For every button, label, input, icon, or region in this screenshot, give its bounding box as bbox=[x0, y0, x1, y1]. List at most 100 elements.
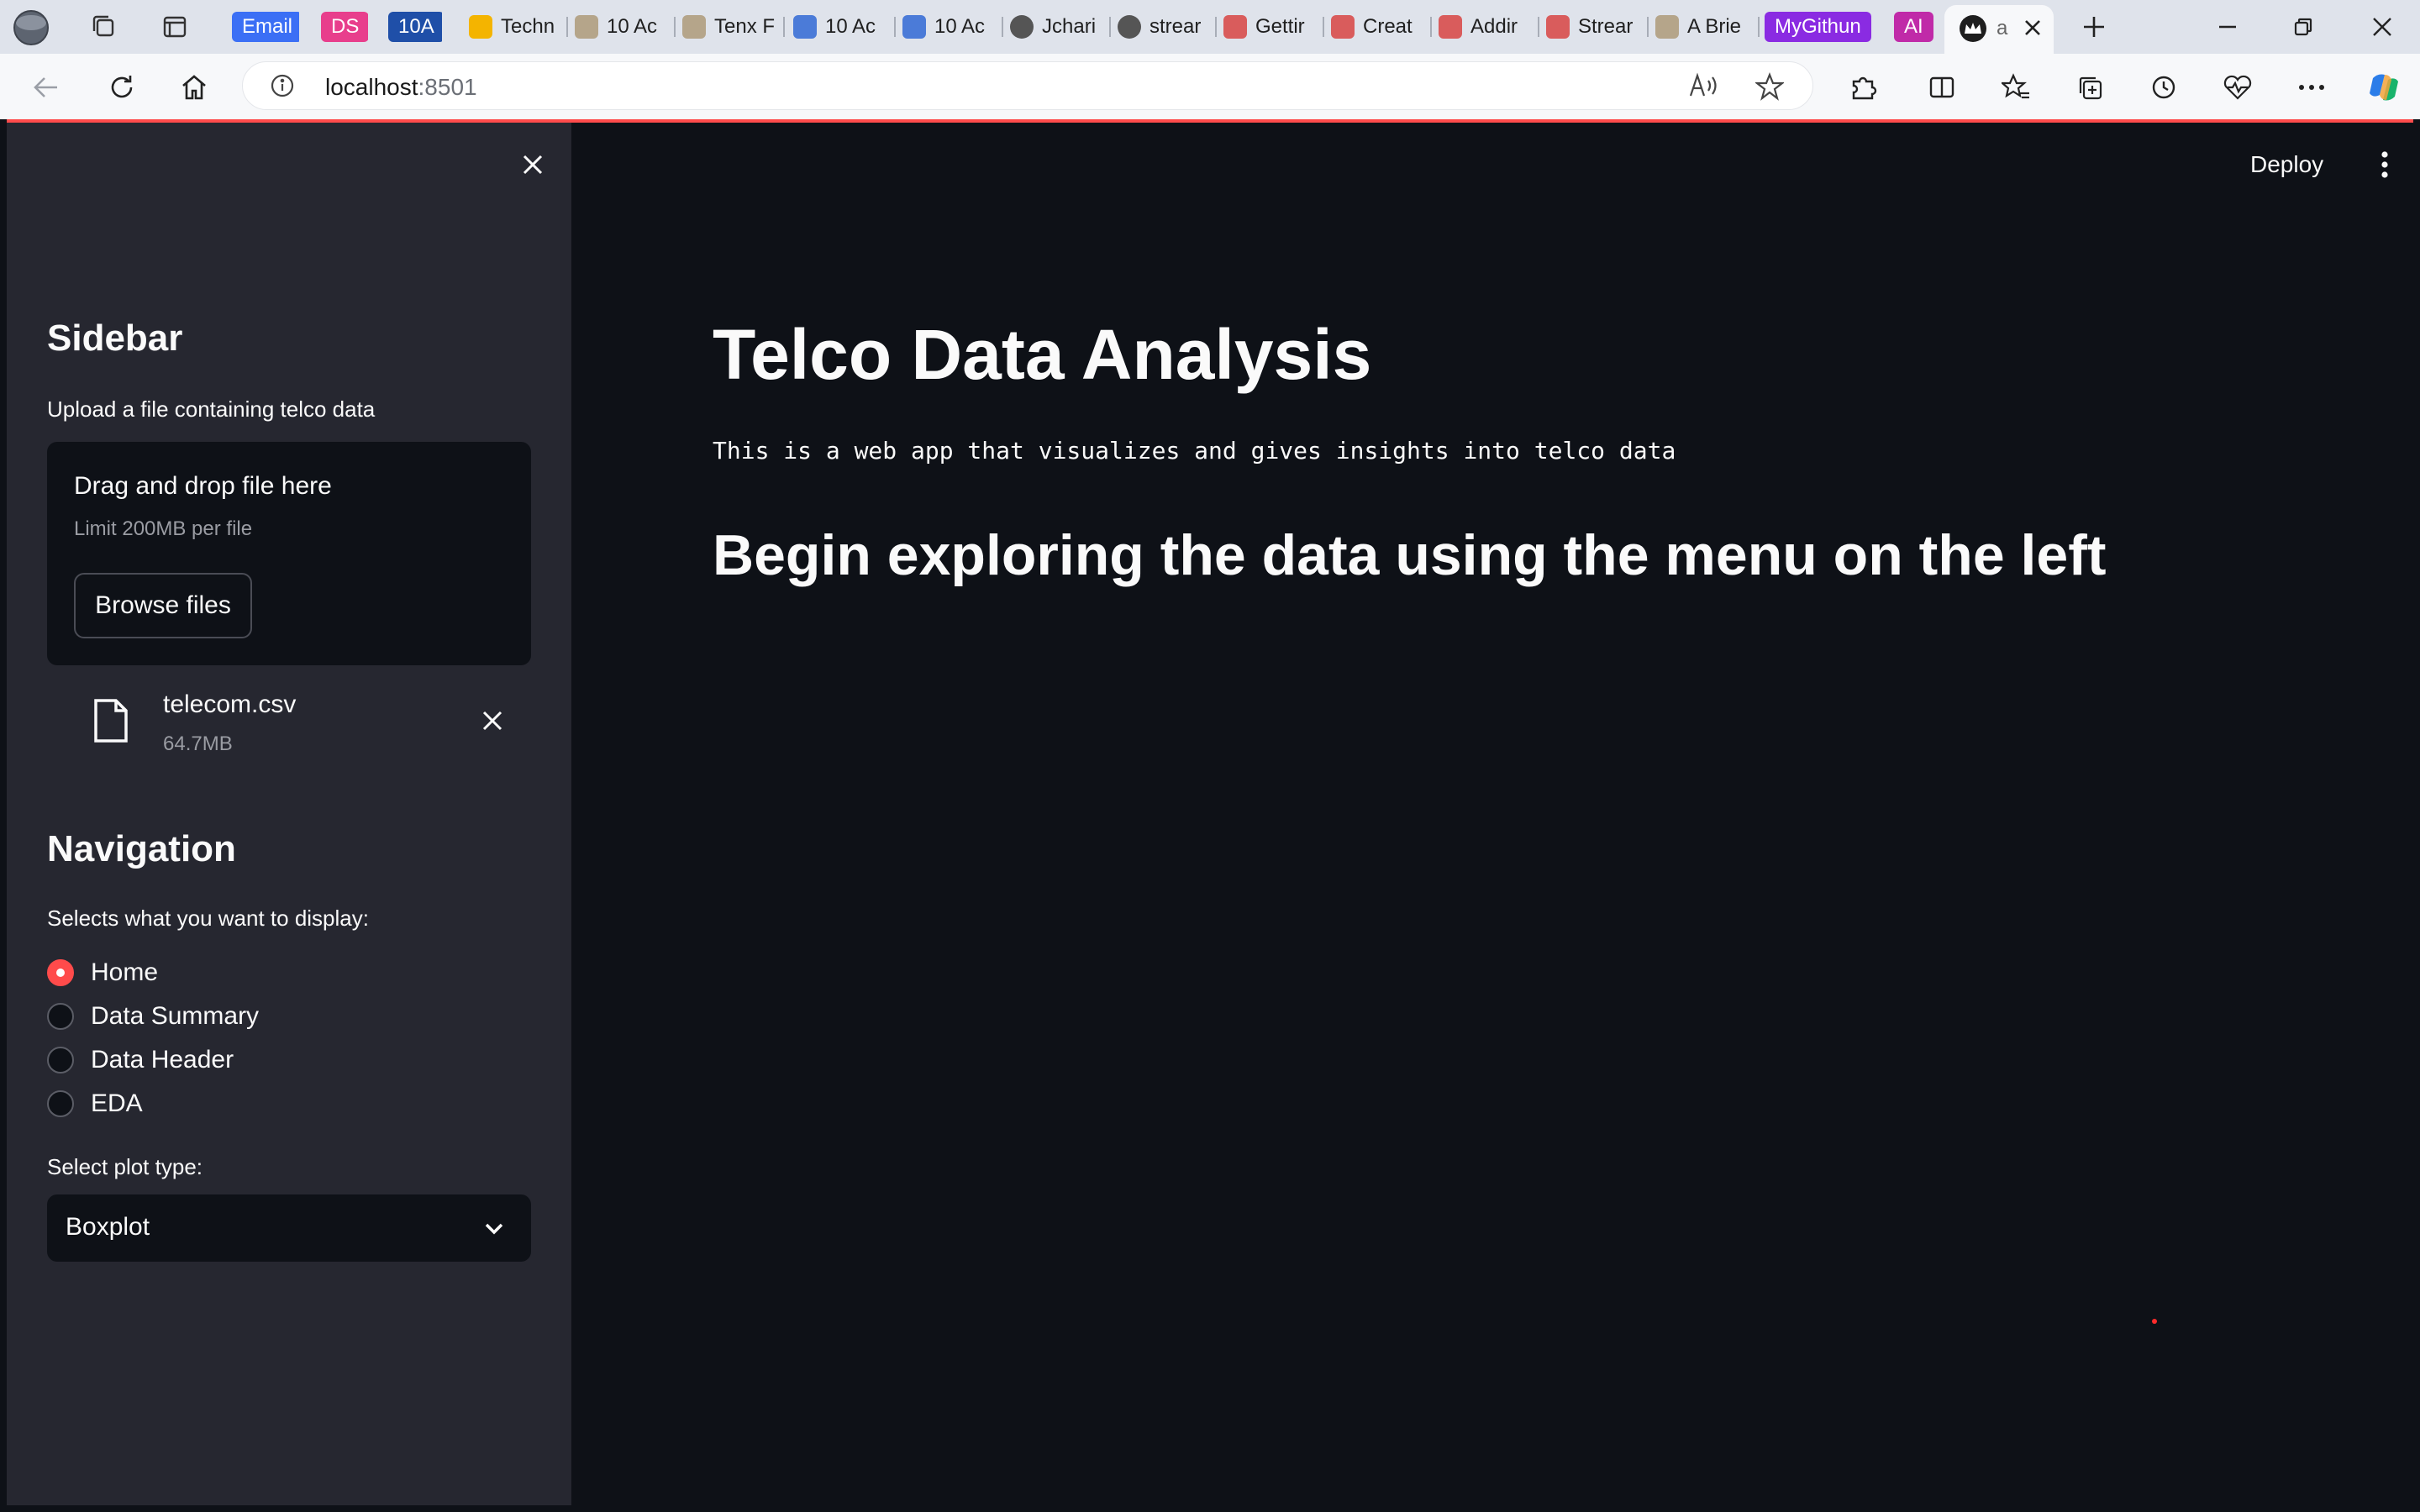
tab-active[interactable]: a bbox=[1944, 5, 2054, 54]
radio-home[interactable]: Home bbox=[47, 954, 158, 991]
radio-label: Data Summary bbox=[91, 1002, 260, 1030]
split-screen-icon[interactable] bbox=[1923, 69, 1961, 106]
browser-tab-label: strear bbox=[1150, 15, 1202, 38]
favorites-icon[interactable] bbox=[1996, 69, 2035, 106]
browser-tab[interactable]: DS bbox=[321, 7, 368, 47]
browser-essentials-icon[interactable] bbox=[2218, 69, 2257, 106]
browser-tab[interactable]: Creat bbox=[1331, 7, 1432, 47]
browser-tab-label: Creat bbox=[1363, 15, 1413, 38]
drive-icon bbox=[469, 15, 492, 39]
streamlit-app: Sidebar Upload a file containing telco d… bbox=[7, 119, 2413, 1505]
docs-icon bbox=[793, 15, 817, 39]
address-bar[interactable]: localhost:8501 bbox=[242, 61, 1813, 110]
read-aloud-icon[interactable] bbox=[1688, 72, 1718, 105]
uploaded-file: telecom.csv 64.7MB bbox=[47, 677, 531, 769]
youtube-icon bbox=[1546, 15, 1570, 39]
file-size: 64.7MB bbox=[163, 732, 233, 755]
browser-tab[interactable]: Email bbox=[232, 7, 299, 47]
more-options-icon[interactable] bbox=[2292, 69, 2331, 106]
browser-tab-label: AI bbox=[1894, 12, 1933, 42]
radio-button-selected[interactable] bbox=[47, 959, 74, 986]
browser-tab-label: 10A bbox=[388, 12, 442, 42]
tab-separator bbox=[674, 17, 676, 37]
collections-icon[interactable] bbox=[2070, 69, 2109, 106]
new-tab-icon[interactable] bbox=[2075, 10, 2112, 44]
youtube-icon bbox=[1223, 15, 1247, 39]
page-icon bbox=[1655, 15, 1679, 39]
browser-tab[interactable]: A Brie bbox=[1655, 7, 1760, 47]
main-menu-icon[interactable] bbox=[2370, 144, 2400, 185]
tab-separator bbox=[1430, 17, 1432, 37]
browser-tab-label: MyGithun bbox=[1765, 12, 1871, 42]
sidebar: Sidebar Upload a file containing telco d… bbox=[7, 123, 571, 1505]
browser-tab[interactable]: 10A bbox=[388, 7, 442, 47]
main-content: Deploy Telco Data Analysis This is a web… bbox=[571, 123, 2413, 1505]
minimize-icon[interactable] bbox=[2207, 10, 2249, 44]
sidebar-title: Sidebar bbox=[47, 318, 183, 359]
file-dropzone[interactable]: Drag and drop file here Limit 200MB per … bbox=[47, 442, 531, 665]
workspaces-icon[interactable] bbox=[86, 10, 123, 44]
browser-tab-label: 10 Ac bbox=[607, 15, 658, 38]
url-port: :8501 bbox=[418, 74, 477, 100]
close-window-icon[interactable] bbox=[2361, 10, 2403, 44]
tab-active-label: a bbox=[1996, 17, 2008, 39]
radio-button[interactable] bbox=[47, 1090, 74, 1117]
back-icon[interactable] bbox=[27, 69, 66, 106]
browser-tab[interactable]: Techn bbox=[469, 7, 568, 47]
browser-tab[interactable]: Jchari bbox=[1010, 7, 1111, 47]
tab-separator bbox=[566, 17, 568, 37]
upload-label: Upload a file containing telco data bbox=[47, 396, 376, 422]
site-info-icon[interactable] bbox=[270, 73, 295, 102]
browser-tab[interactable]: Gettir bbox=[1223, 7, 1324, 47]
youtube-icon bbox=[1331, 15, 1355, 39]
copilot-icon[interactable] bbox=[2363, 67, 2405, 108]
browser-tab[interactable]: Tenx F bbox=[682, 7, 785, 47]
deploy-button[interactable]: Deploy bbox=[2250, 144, 2323, 185]
browser-tab-label: Addir bbox=[1470, 15, 1518, 38]
browser-tab[interactable]: Strear bbox=[1546, 7, 1649, 47]
restore-icon[interactable] bbox=[2282, 10, 2324, 44]
tab-separator bbox=[894, 17, 896, 37]
close-tab-icon[interactable] bbox=[2022, 17, 2044, 43]
page-icon bbox=[575, 15, 598, 39]
tab-separator bbox=[783, 17, 785, 37]
browser-tab[interactable]: AI bbox=[1894, 7, 1939, 47]
remove-file-icon[interactable] bbox=[477, 706, 508, 740]
favorite-star-icon[interactable] bbox=[1754, 72, 1786, 105]
home-icon[interactable] bbox=[175, 69, 213, 106]
streamlit-favicon-icon bbox=[1960, 15, 1986, 42]
tab-separator bbox=[1215, 17, 1217, 37]
radio-button[interactable] bbox=[47, 1047, 74, 1074]
browser-tab-label: DS bbox=[321, 12, 368, 42]
close-sidebar-icon[interactable] bbox=[516, 148, 550, 186]
browser-tab[interactable]: 10 Ac bbox=[902, 7, 1003, 47]
plot-type-select[interactable]: Boxplot bbox=[47, 1194, 531, 1262]
extensions-icon[interactable] bbox=[1844, 69, 1882, 106]
page-subtitle: Begin exploring the data using the menu … bbox=[713, 523, 2107, 587]
browser-tab[interactable]: 10 Ac bbox=[575, 7, 676, 47]
profile-avatar[interactable] bbox=[12, 8, 50, 47]
url-text[interactable]: localhost:8501 bbox=[325, 74, 477, 101]
browser-tab-label: Jchari bbox=[1042, 15, 1097, 38]
radio-data-header[interactable]: Data Header bbox=[47, 1042, 234, 1079]
url-host: localhost bbox=[325, 74, 418, 100]
browser-tab[interactable]: strear bbox=[1118, 7, 1217, 47]
browser-tab[interactable]: Addir bbox=[1439, 7, 1539, 47]
radio-button[interactable] bbox=[47, 1003, 74, 1030]
reload-icon[interactable] bbox=[103, 69, 141, 106]
browser-tab[interactable]: 10 Ac bbox=[793, 7, 896, 47]
history-icon[interactable] bbox=[2144, 69, 2183, 106]
tab-actions-icon[interactable] bbox=[156, 10, 193, 44]
tab-separator bbox=[1323, 17, 1324, 37]
browse-files-button[interactable]: Browse files bbox=[74, 573, 252, 638]
browser-tab-label: Tenx F bbox=[714, 15, 776, 38]
radio-label: EDA bbox=[91, 1089, 143, 1117]
radio-eda[interactable]: EDA bbox=[47, 1085, 143, 1122]
radio-label: Data Header bbox=[91, 1046, 234, 1074]
cursor-dot bbox=[2152, 1319, 2157, 1324]
browser-tab[interactable]: MyGithun bbox=[1765, 7, 1882, 47]
browser-tab-label: Strear bbox=[1578, 15, 1634, 38]
browser-tab-label: Email bbox=[232, 12, 299, 42]
radio-data-summary[interactable]: Data Summary bbox=[47, 998, 259, 1035]
tab-separator bbox=[1109, 17, 1111, 37]
